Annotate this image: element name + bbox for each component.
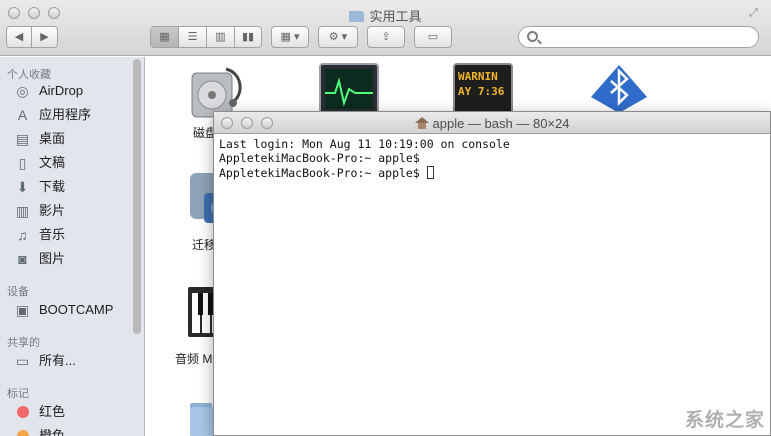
folder-icon (349, 11, 365, 22)
search-input[interactable] (518, 26, 759, 48)
tags-button[interactable]: ▭ (414, 26, 452, 48)
sidebar-item-pictures[interactable]: ◙ 图片 (0, 248, 130, 270)
desktop-icon: ▤ (15, 131, 30, 147)
share-icon: ⇪ (381, 31, 391, 43)
applications-icon: A (17, 107, 28, 123)
console-icon-text: WARNIN AY 7:36 (458, 70, 505, 98)
sidebar-item-applications[interactable]: A 应用程序 (0, 104, 130, 126)
text-cursor (426, 165, 434, 179)
arrange-button[interactable]: ▦ ▾ (271, 26, 309, 48)
terminal-line: Last login: Mon Aug 11 10:19:00 on conso… (219, 137, 510, 151)
sidebar-header-shared: 共享的 (7, 337, 40, 349)
forward-icon[interactable]: ▶ (32, 27, 57, 47)
camera-icon: ◙ (18, 251, 27, 267)
watermark: 系统之家 (684, 410, 765, 431)
back-icon[interactable]: ◀ (7, 27, 32, 47)
document-icon: ▯ (18, 155, 27, 171)
music-icon: ♫ (17, 227, 28, 243)
icon-view-icon[interactable]: ▦ (151, 27, 179, 47)
terminal-output[interactable]: Last login: Mon Aug 11 10:19:00 on conso… (219, 137, 510, 180)
orange-tag-icon (17, 430, 29, 436)
film-icon: ▥ (15, 203, 30, 219)
network-icon: ▭ (15, 353, 30, 369)
terminal-title: apple — bash — 80×24 (214, 116, 770, 131)
column-view-icon[interactable]: ▥ (207, 27, 235, 47)
arrange-icon: ▦ ▾ (280, 31, 300, 43)
sidebar-header-devices: 设备 (7, 286, 29, 298)
sidebar-item-desktop[interactable]: ▤ 桌面 (0, 128, 130, 150)
sidebar-item-movies[interactable]: ▥ 影片 (0, 200, 130, 222)
sidebar-item-tag-orange[interactable]: 橙色 (0, 425, 130, 436)
sidebar-item-music[interactable]: ♫ 音乐 (0, 224, 130, 246)
terminal-titlebar[interactable]: apple — bash — 80×24 (214, 112, 770, 134)
file-label-audio: 音频 M (175, 352, 213, 366)
download-icon: ⬇ (16, 179, 29, 195)
sidebar-header-tags: 标记 (7, 388, 29, 400)
sidebar-scrollbar[interactable] (133, 59, 141, 334)
fullscreen-icon[interactable]: ⤢ (749, 7, 761, 19)
tag-icon: ▭ (427, 31, 439, 43)
home-icon (414, 117, 429, 129)
sidebar-item-downloads[interactable]: ⬇ 下载 (0, 176, 130, 198)
disk-icon: ▣ (15, 302, 30, 318)
sidebar-item-documents[interactable]: ▯ 文稿 (0, 152, 130, 174)
terminal-line: AppletekiMacBook-Pro:~ apple$ (219, 151, 420, 166)
sidebar: 个人收藏 ◎ AirDrop A 应用程序 ▤ 桌面 ▯ 文稿 ⬇ 下载 ▥ 影片 ♫ 音乐 … (0, 57, 145, 436)
window-title: 实用工具 (0, 6, 771, 25)
terminal-window[interactable]: apple — bash — 80×24 Last login: Mon Aug… (213, 111, 771, 436)
action-button[interactable]: ⚙ ▾ (318, 26, 358, 48)
sidebar-item-tag-red[interactable]: 红色 (0, 401, 130, 423)
sidebar-item-airdrop[interactable]: ◎ AirDrop (0, 80, 130, 102)
gear-icon: ⚙ ▾ (328, 31, 348, 43)
back-forward-control[interactable]: ◀ ▶ (6, 26, 58, 48)
red-tag-icon (17, 406, 29, 418)
search-icon (527, 31, 538, 42)
finder-titlebar: 实用工具 ⤢ ◀ ▶ ▦ ☰ ▥ ▮▮ ▦ ▾ ⚙ ▾ ⇪ ▭ (0, 0, 771, 56)
share-button[interactable]: ⇪ (367, 26, 405, 48)
list-view-icon[interactable]: ☰ (179, 27, 207, 47)
airdrop-icon: ◎ (16, 83, 29, 99)
terminal-prompt-line: AppletekiMacBook-Pro:~ apple$ (219, 165, 510, 180)
sidebar-item-bootcamp[interactable]: ▣ BOOTCAMP (0, 299, 130, 321)
sidebar-item-all-shared[interactable]: ▭ 所有... (0, 350, 130, 372)
coverflow-view-icon[interactable]: ▮▮ (235, 27, 261, 47)
view-mode-control[interactable]: ▦ ☰ ▥ ▮▮ (150, 26, 262, 48)
